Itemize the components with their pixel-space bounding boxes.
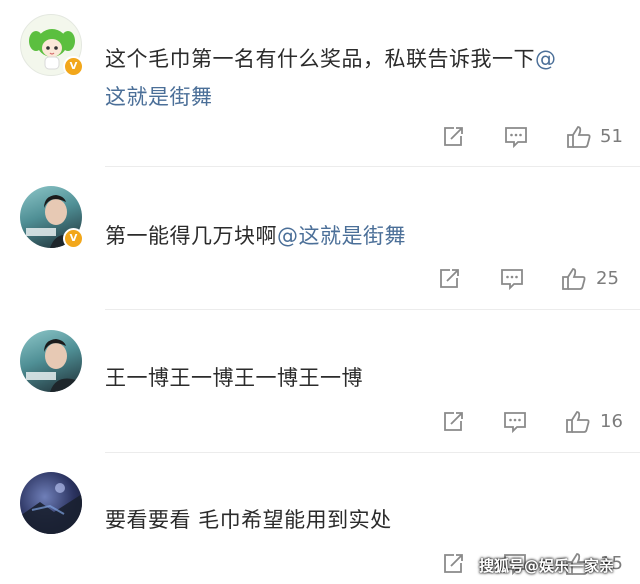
mention-link[interactable]: @这就是街舞 [277, 224, 406, 248]
share-icon[interactable] [440, 409, 466, 435]
comment-text: 要看要看 毛巾希望能用到实处 [105, 501, 620, 539]
like-icon[interactable] [561, 266, 587, 292]
share-icon[interactable] [440, 124, 466, 150]
user-avatar[interactable] [20, 330, 82, 392]
share-icon[interactable] [436, 266, 462, 292]
divider [105, 166, 640, 167]
comment-icon[interactable] [503, 124, 529, 150]
verified-badge-icon: V [63, 56, 84, 77]
share-icon[interactable] [440, 551, 466, 577]
like-count: 25 [596, 268, 619, 289]
comment-body: 要看要看 毛巾希望能用到实处 [105, 508, 392, 532]
like-icon[interactable] [566, 124, 592, 150]
comment-actions: 51 [0, 124, 640, 154]
person-photo-icon [26, 339, 82, 392]
watermark-text: 搜狐号@娱乐一家亲 [478, 557, 614, 575]
comment-body: 王一博王一博王一博王一博 [105, 366, 363, 390]
mention-link[interactable]: 这就是街舞 [105, 85, 213, 109]
user-avatar[interactable] [20, 472, 82, 534]
comment-text: 这个毛巾第一名有什么奖品，私联告诉我一下@ 这就是街舞 [105, 40, 620, 116]
mention-link[interactable]: @ [535, 47, 557, 71]
comment-icon[interactable] [502, 409, 528, 435]
comment-actions: 16 [0, 409, 640, 439]
comment-actions: 25 [0, 266, 640, 296]
divider [105, 452, 640, 453]
like-count: 16 [600, 411, 623, 432]
comment-body: 第一能得几万块啊 [105, 224, 277, 248]
comment-icon[interactable] [499, 266, 525, 292]
verified-badge-icon: V [63, 228, 84, 249]
comment-text: 第一能得几万块啊@这就是街舞 [105, 217, 620, 255]
like-icon[interactable] [565, 409, 591, 435]
divider [105, 309, 640, 310]
comment-body: 这个毛巾第一名有什么奖品，私联告诉我一下 [105, 47, 535, 71]
comment-text: 王一博王一博王一博王一博 [105, 359, 620, 397]
landscape-photo-icon [20, 483, 82, 534]
like-count: 51 [600, 126, 623, 147]
